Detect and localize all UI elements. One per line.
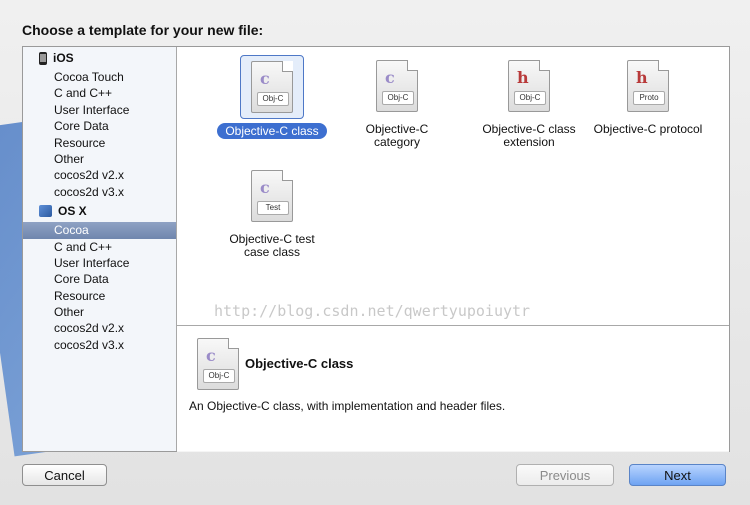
detail-description: An Objective-C class, with implementatio… bbox=[189, 399, 506, 413]
sidebar-item-ios-core-data[interactable]: Core Data bbox=[23, 118, 176, 134]
file-letter: h bbox=[517, 68, 529, 87]
template-grid: c Obj-C Objective-C class c Obj-C Object… bbox=[177, 47, 729, 323]
sidebar-section-osx: OS X bbox=[23, 200, 176, 222]
template-label: Objective-C test case class bbox=[229, 232, 315, 259]
sheet-title: Choose a template for your new file: bbox=[22, 22, 264, 38]
watermark-text: http://blog.csdn.net/qwertyupoiuytr bbox=[214, 302, 531, 320]
template-icon-frame: h Obj-C bbox=[498, 55, 560, 117]
objc-file-icon: c Obj-C bbox=[376, 60, 418, 112]
file-tag: Obj-C bbox=[257, 92, 289, 106]
detail-title: Objective-C class bbox=[245, 356, 354, 371]
sidebar-item-osx-cocos2d-v2[interactable]: cocos2d v2.x bbox=[23, 320, 176, 336]
sidebar-item-ios-c-and-cpp[interactable]: C and C++ bbox=[23, 85, 176, 101]
template-detail-panel: c Obj-C Objective-C class An Objective-C… bbox=[177, 325, 729, 452]
template-label: Objective-C class bbox=[212, 123, 332, 139]
sidebar-section-ios: iOS bbox=[23, 47, 176, 69]
next-button[interactable]: Next bbox=[629, 464, 726, 486]
file-tag: Obj-C bbox=[203, 369, 235, 383]
sidebar-item-osx-cocos2d-v3[interactable]: cocos2d v3.x bbox=[23, 337, 176, 353]
sidebar-section-label: iOS bbox=[53, 51, 74, 65]
template-objective-c-protocol[interactable]: h Proto Objective-C protocol bbox=[585, 55, 711, 136]
template-icon-frame: c Test bbox=[241, 165, 303, 227]
template-objective-c-class[interactable]: c Obj-C Objective-C class bbox=[212, 55, 332, 139]
template-panel: iOS Cocoa Touch C and C++ User Interface… bbox=[22, 46, 730, 452]
protocol-file-icon: h Proto bbox=[627, 60, 669, 112]
template-icon-frame: c Obj-C bbox=[240, 55, 304, 119]
sidebar-section-label: OS X bbox=[58, 204, 87, 219]
file-tag: Obj-C bbox=[514, 91, 546, 105]
sidebar-item-osx-cocoa[interactable]: Cocoa bbox=[23, 222, 176, 239]
template-objective-c-test-case-class[interactable]: c Test Objective-C test case class bbox=[212, 165, 332, 259]
sidebar-item-osx-other[interactable]: Other bbox=[23, 304, 176, 320]
template-label: Objective-C category bbox=[365, 122, 429, 149]
sidebar-item-ios-cocos2d-v3[interactable]: cocos2d v3.x bbox=[23, 184, 176, 200]
iphone-icon bbox=[39, 51, 47, 65]
cancel-button[interactable]: Cancel bbox=[22, 464, 107, 486]
sidebar-item-osx-c-and-cpp[interactable]: C and C++ bbox=[23, 239, 176, 255]
sidebar-item-ios-user-interface[interactable]: User Interface bbox=[23, 102, 176, 118]
template-icon-frame: h Proto bbox=[617, 55, 679, 117]
template-icon-frame: c Obj-C bbox=[366, 55, 428, 117]
sidebar-item-osx-core-data[interactable]: Core Data bbox=[23, 271, 176, 287]
file-letter: h bbox=[636, 68, 648, 87]
file-letter: c bbox=[206, 346, 216, 365]
file-letter: c bbox=[260, 69, 270, 88]
template-label: Objective-C class extension bbox=[482, 122, 576, 149]
sidebar-item-osx-user-interface[interactable]: User Interface bbox=[23, 255, 176, 271]
objc-file-icon: c Obj-C bbox=[251, 61, 293, 113]
sidebar-item-osx-resource[interactable]: Resource bbox=[23, 288, 176, 304]
sidebar-item-ios-cocos2d-v2[interactable]: cocos2d v2.x bbox=[23, 167, 176, 183]
file-letter: c bbox=[260, 178, 270, 197]
file-tag: Proto bbox=[633, 91, 665, 105]
test-file-icon: c Test bbox=[251, 170, 293, 222]
sidebar-item-ios-cocoa-touch[interactable]: Cocoa Touch bbox=[23, 69, 176, 85]
file-tag: Test bbox=[257, 201, 289, 215]
template-objective-c-category[interactable]: c Obj-C Objective-C category bbox=[337, 55, 457, 149]
template-category-sidebar: iOS Cocoa Touch C and C++ User Interface… bbox=[23, 47, 177, 451]
detail-icon: c Obj-C bbox=[197, 338, 239, 390]
previous-button[interactable]: Previous bbox=[516, 464, 614, 486]
sidebar-item-ios-other[interactable]: Other bbox=[23, 151, 176, 167]
header-file-icon: h Obj-C bbox=[508, 60, 550, 112]
file-tag: Obj-C bbox=[382, 91, 414, 105]
template-objective-c-class-extension[interactable]: h Obj-C Objective-C class extension bbox=[469, 55, 589, 149]
file-letter: c bbox=[385, 68, 395, 87]
objc-file-icon: c Obj-C bbox=[197, 338, 239, 390]
osx-icon bbox=[39, 205, 52, 218]
sidebar-item-ios-resource[interactable]: Resource bbox=[23, 135, 176, 151]
template-label: Objective-C protocol bbox=[593, 122, 703, 136]
